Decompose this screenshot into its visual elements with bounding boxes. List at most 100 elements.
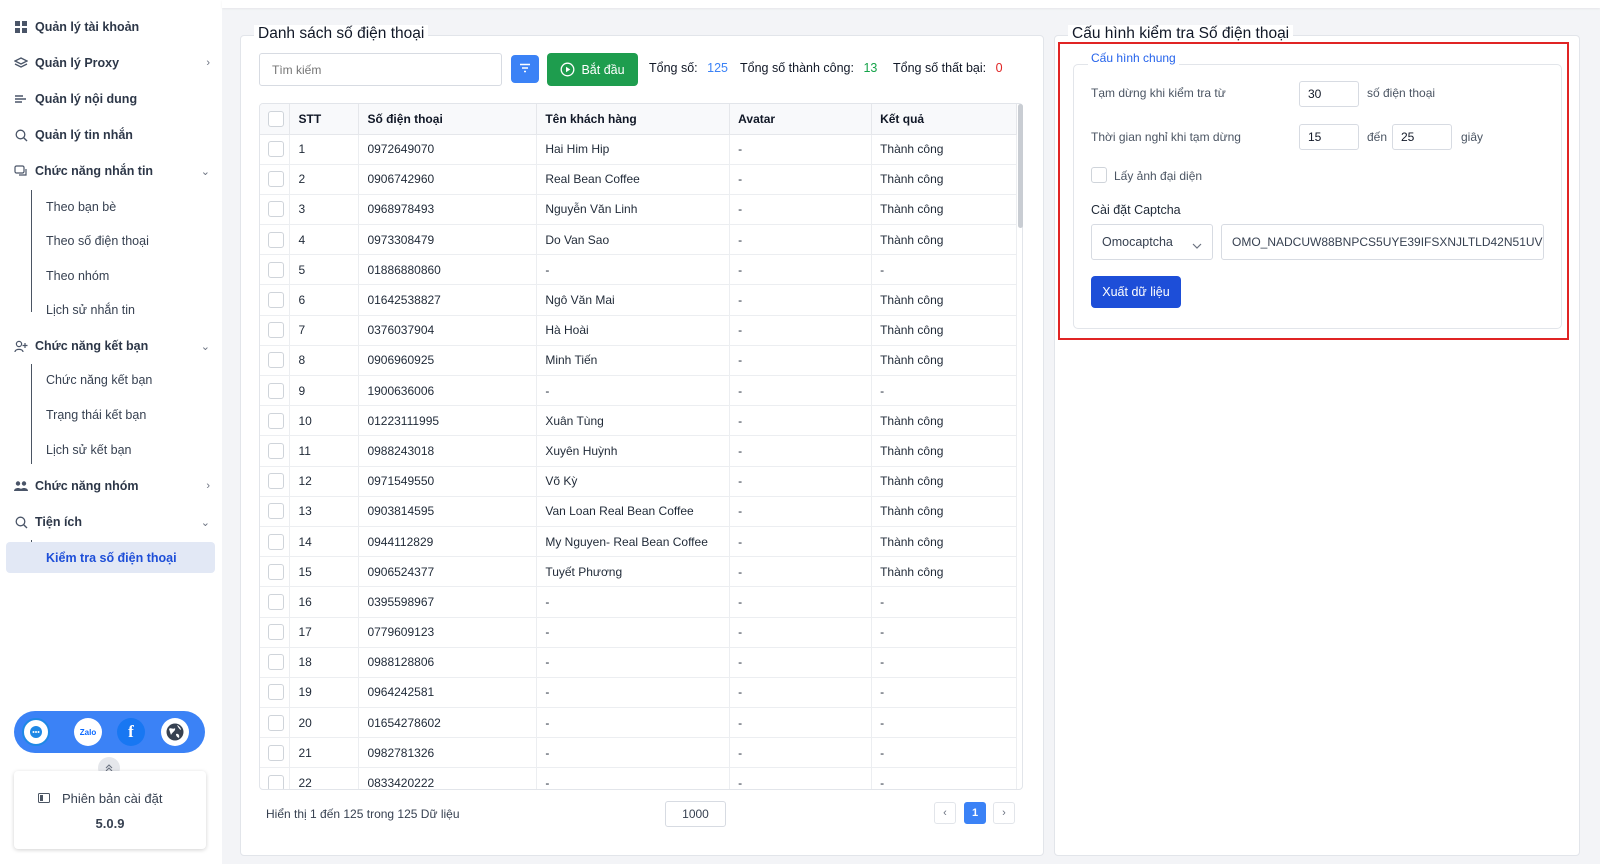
row-checkbox[interactable] — [268, 201, 284, 218]
sidebar-item-friends[interactable]: Chức năng kết bạn ⌄ — [14, 335, 210, 357]
row-select-cell — [260, 707, 291, 739]
table-row[interactable]: 7 0376037904 Hà Hoài - Thành công — [260, 315, 1017, 346]
table-row[interactable]: 2 0906742960 Real Bean Coffee - Thành công — [260, 164, 1017, 195]
sidebar-subitem-add-friend[interactable]: Chức năng kết bạn — [46, 370, 152, 390]
table-row[interactable]: 9 1900636006- - - — [260, 375, 1017, 407]
result-cell: - — [871, 586, 1017, 618]
stt-cell: 9 — [289, 375, 360, 407]
sidebar-item-messaging[interactable]: Chức năng nhắn tin ⌄ — [14, 160, 210, 182]
column-header[interactable]: Kết quả — [871, 104, 1017, 135]
row-checkbox[interactable] — [268, 231, 284, 248]
row-checkbox[interactable] — [268, 563, 284, 580]
export-data-button[interactable]: Xuất dữ liệu — [1091, 276, 1181, 308]
stt-cell: 4 — [289, 224, 360, 256]
table-row[interactable]: 16 0395598967- - - — [260, 586, 1017, 618]
row-checkbox[interactable] — [268, 624, 284, 641]
table-row[interactable]: 22 0833420222- - - — [260, 767, 1017, 789]
row-checkbox[interactable] — [268, 503, 284, 520]
captcha-key-input[interactable]: OMO_NADCUW88BNPCS5UYE39IFSXNJLTLD42N51UV… — [1221, 224, 1544, 260]
table-row[interactable]: 1 0972649070 Hai Him Hip - Thành công — [260, 134, 1017, 165]
table-row[interactable]: 13 0903814595 Van Loan Real Bean Coffee - Th… — [260, 496, 1017, 527]
sidebar-item-accounts[interactable]: Quản lý tài khoản — [14, 16, 210, 38]
row-checkbox[interactable] — [268, 744, 284, 761]
customer-name-cell: Real Bean Coffee — [536, 164, 731, 195]
table-row[interactable]: 18 0988128806- - - — [260, 647, 1017, 678]
sidebar-item-groups[interactable]: Chức năng nhóm › — [14, 475, 210, 497]
table-row[interactable]: 10 01223111995 Xuân Tùng - Thành công — [260, 405, 1017, 437]
total-label: Tổng số: — [649, 61, 698, 75]
table-row[interactable]: 20 01654278602- - - — [260, 707, 1017, 739]
customer-name-cell: - — [536, 375, 731, 407]
select-all-checkbox[interactable] — [268, 110, 284, 127]
table-row[interactable]: 21 0982781326- - - — [260, 737, 1017, 769]
row-checkbox[interactable] — [268, 714, 284, 731]
rest-from-input[interactable]: 15 — [1299, 124, 1359, 150]
result-cell: Thành công — [871, 405, 1017, 437]
result-cell: Thành công — [871, 345, 1017, 377]
table-row[interactable]: 19 0964242581- - - — [260, 677, 1017, 709]
next-page-button[interactable]: › — [993, 802, 1015, 824]
chevron-down-icon: ⌄ — [200, 516, 210, 529]
row-checkbox[interactable] — [268, 442, 284, 459]
row-checkbox[interactable] — [268, 322, 284, 339]
start-button[interactable]: Bắt đầu — [547, 53, 638, 86]
avatar-cell: - — [729, 767, 873, 789]
row-checkbox[interactable] — [268, 292, 284, 309]
column-header[interactable]: STT — [289, 104, 360, 135]
general-config-legend: Cấu hình chung — [1088, 51, 1179, 65]
captcha-provider-select[interactable]: Omocaptcha — [1091, 224, 1213, 260]
table-row[interactable]: 6 01642538827 Ngô Văn Mai - Thành công — [260, 284, 1017, 316]
table-row[interactable]: 8 0906960925 Minh Tiến - Thành công — [260, 345, 1017, 377]
table-row[interactable]: 5 01886880860- - - — [260, 254, 1017, 286]
search-input[interactable] — [259, 53, 502, 86]
sidebar-item-content[interactable]: Quản lý nội dung — [14, 88, 210, 110]
row-checkbox[interactable] — [268, 261, 284, 278]
support-icon[interactable] — [22, 718, 50, 746]
pause-count-input[interactable]: 30 — [1299, 81, 1359, 107]
sidebar-subitem-friend-status[interactable]: Trạng thái kết bạn — [46, 405, 146, 425]
row-checkbox[interactable] — [268, 775, 284, 789]
row-checkbox[interactable] — [268, 171, 284, 188]
row-checkbox[interactable] — [268, 593, 284, 610]
avatar-checkbox[interactable] — [1091, 167, 1107, 183]
row-checkbox[interactable] — [268, 412, 284, 429]
sidebar-subitem-friend-history[interactable]: Lịch sử kết bạn — [46, 440, 132, 460]
page-button-current[interactable]: 1 — [964, 802, 986, 824]
stt-cell: 8 — [289, 345, 360, 377]
table-row[interactable]: 4 0973308479 Do Van Sao - Thành công — [260, 224, 1017, 256]
table-row[interactable]: 11 0988243018 Xuyên Huỳnh - Thành công — [260, 435, 1017, 467]
sidebar-subitem-by-group[interactable]: Theo nhóm — [46, 266, 109, 286]
table-row[interactable]: 17 0779609123- - - — [260, 617, 1017, 648]
sidebar-item-proxy[interactable]: Quản lý Proxy › — [14, 52, 210, 74]
sidebar-item-messages[interactable]: Quản lý tin nhắn — [14, 124, 210, 146]
facebook-icon[interactable]: f — [117, 718, 145, 746]
table-row[interactable]: 3 0968978493 Nguyễn Văn Linh - Thành công — [260, 194, 1017, 226]
globe-icon[interactable] — [161, 718, 189, 746]
rest-to-input[interactable]: 25 — [1392, 124, 1452, 150]
column-header[interactable]: Tên khách hàng — [536, 104, 731, 135]
page-size-select[interactable]: 1000 — [665, 801, 726, 827]
sidebar-subitem-check-phone[interactable]: Kiểm tra số điện thoại — [46, 548, 177, 568]
sidebar-subitem-by-friends[interactable]: Theo bạn bè — [46, 197, 116, 217]
row-checkbox[interactable] — [268, 141, 284, 158]
table-row[interactable]: 12 0971549550 Võ Kỳ - Thành công — [260, 466, 1017, 497]
stt-cell: 3 — [289, 194, 360, 226]
column-header[interactable]: Số điện thoại — [358, 104, 538, 135]
row-checkbox[interactable] — [268, 352, 284, 369]
row-checkbox[interactable] — [268, 654, 284, 671]
row-checkbox[interactable] — [268, 382, 284, 399]
stt-cell: 11 — [289, 435, 360, 467]
table-row[interactable]: 15 0906524377 Tuyết Phương - Thành công — [260, 556, 1017, 588]
table-row[interactable]: 14 0944112829 My Nguyen- Real Bean Coffee -… — [260, 526, 1017, 558]
sidebar-subitem-by-phone[interactable]: Theo số điện thoại — [46, 231, 149, 251]
sidebar-subitem-message-history[interactable]: Lịch sử nhắn tin — [46, 300, 135, 320]
row-checkbox[interactable] — [268, 684, 284, 701]
row-checkbox[interactable] — [268, 473, 284, 490]
sidebar-item-utilities[interactable]: Tiện ích ⌄ — [14, 511, 210, 533]
column-header[interactable]: Avatar — [729, 104, 873, 135]
filter-button[interactable] — [511, 55, 539, 83]
zalo-icon[interactable]: Zalo — [74, 718, 102, 746]
row-checkbox[interactable] — [268, 533, 284, 550]
prev-page-button[interactable]: ‹ — [934, 802, 956, 824]
table-scrollbar[interactable] — [1018, 104, 1023, 228]
